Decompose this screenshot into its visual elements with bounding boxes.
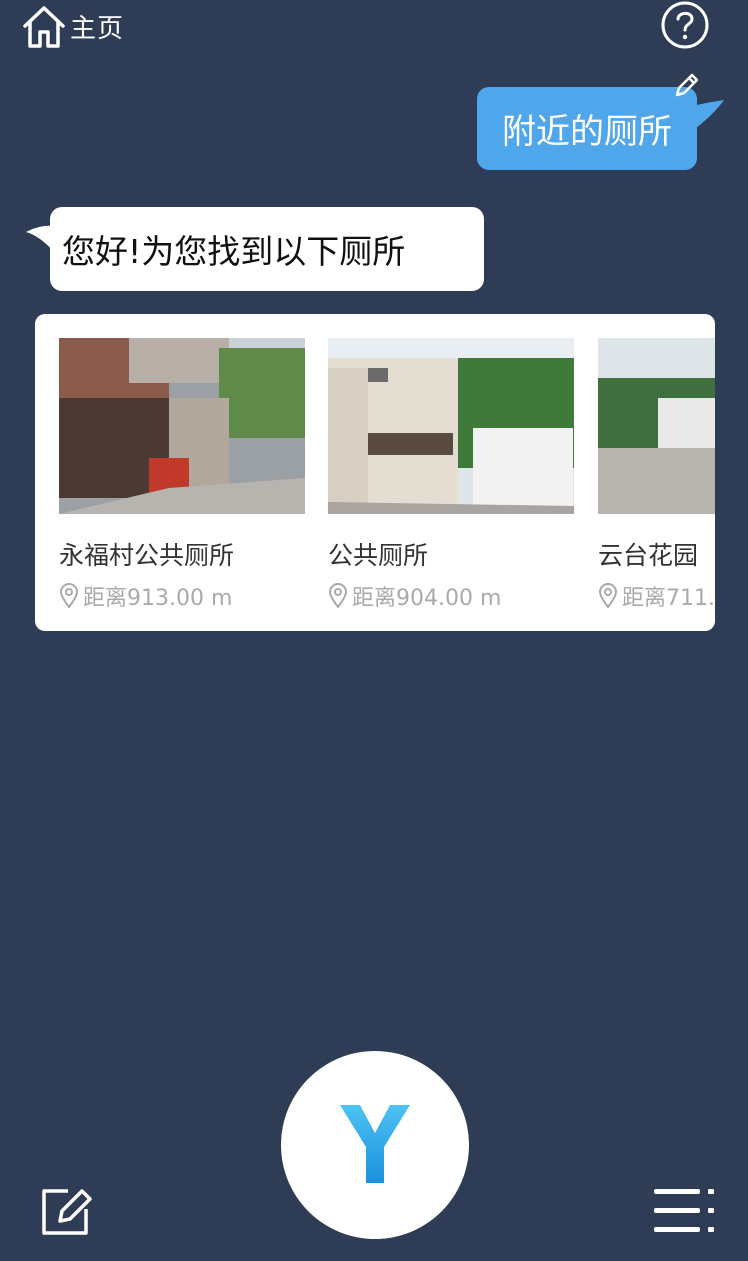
help-button[interactable]	[660, 0, 710, 50]
home-icon	[20, 2, 68, 50]
result-distance-text: 距离913.00 m	[83, 586, 233, 611]
result-name: 永福村公共厕所	[59, 541, 235, 570]
menu-button[interactable]	[652, 1185, 718, 1237]
results-card[interactable]: 永福村公共厕所 距离913.00 m 公共厕所 距离904.00 m 云台花园 …	[35, 314, 715, 631]
location-pin-icon	[598, 583, 618, 609]
result-photo	[59, 338, 305, 514]
home-label: 主页	[70, 13, 125, 44]
menu-lines-icon	[654, 1189, 714, 1232]
result-name: 云台花园	[598, 541, 699, 570]
edit-square-icon	[42, 1189, 92, 1235]
result-photo	[598, 338, 715, 514]
y-logo-icon	[340, 1105, 410, 1183]
result-distance: 距离904.00 m	[328, 580, 574, 612]
location-pin-icon	[59, 583, 79, 609]
result-distance: 距离913.00 m	[59, 580, 305, 612]
result-distance-text: 距离711.	[622, 586, 715, 611]
user-query-text: 附近的厕所	[502, 112, 672, 152]
result-item[interactable]: 公共厕所 距离904.00 m	[328, 338, 574, 612]
pencil-icon[interactable]	[672, 70, 702, 100]
bot-reply-bubble: 您好!为您找到以下厕所	[50, 207, 484, 291]
user-query-bubble[interactable]: 附近的厕所	[477, 87, 697, 170]
edit-button[interactable]	[38, 1185, 92, 1239]
location-pin-icon	[328, 583, 348, 609]
voice-assistant-button[interactable]	[281, 1051, 469, 1239]
result-distance: 距离711.	[598, 580, 715, 612]
result-item[interactable]: 永福村公共厕所 距离913.00 m	[59, 338, 305, 612]
question-circle-icon	[661, 1, 709, 49]
home-button[interactable]: 主页	[20, 2, 124, 50]
bot-reply-text: 您好!为您找到以下厕所	[62, 232, 406, 271]
result-item[interactable]: 云台花园 距离711.	[598, 338, 715, 612]
result-distance-text: 距离904.00 m	[352, 586, 502, 611]
result-photo	[328, 338, 574, 514]
result-name: 公共厕所	[328, 541, 429, 570]
